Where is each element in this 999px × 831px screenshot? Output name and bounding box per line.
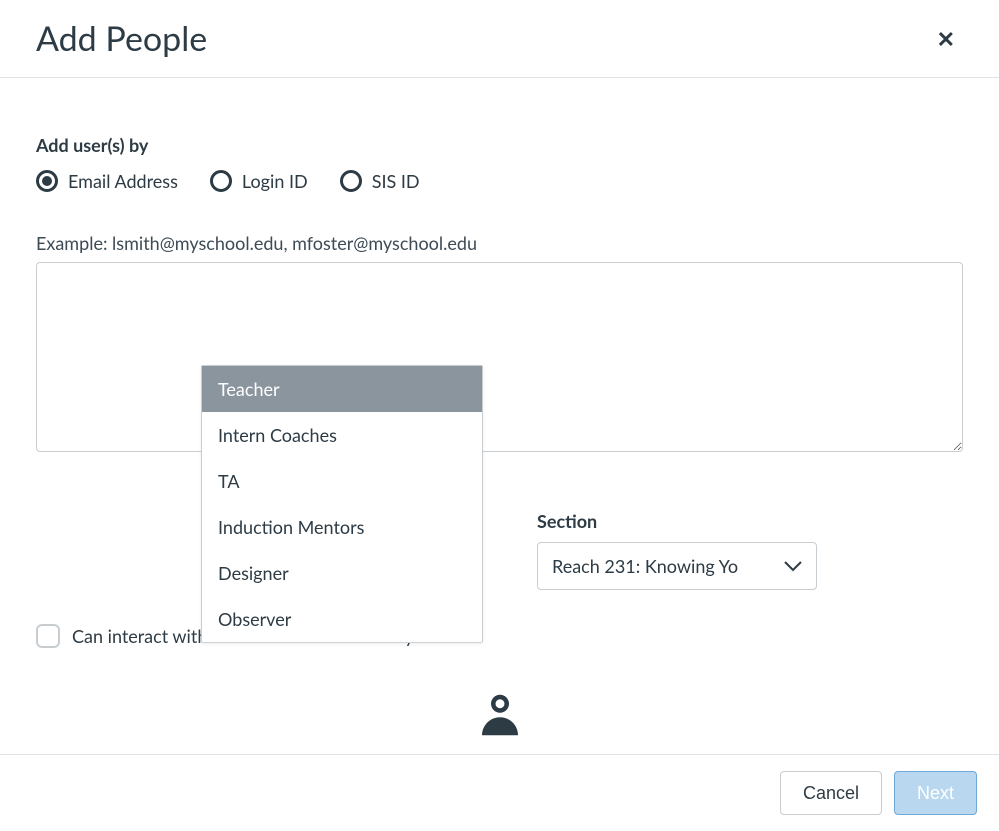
user-icon: [473, 727, 527, 746]
example-text: Example: lsmith@myschool.edu, mfoster@my…: [36, 232, 963, 254]
radio-knob-icon: [210, 170, 232, 192]
radio-sis-id[interactable]: SIS ID: [340, 170, 420, 192]
add-by-radio-group: Email Address Login ID SIS ID: [36, 170, 963, 192]
role-option-intern-coaches[interactable]: Intern Coaches: [202, 412, 482, 458]
radio-label: Login ID: [242, 170, 308, 192]
close-icon[interactable]: ✕: [929, 21, 963, 57]
role-option-designer[interactable]: Designer: [202, 550, 482, 596]
radio-label: SIS ID: [372, 170, 420, 192]
role-option-induction-mentors[interactable]: Induction Mentors: [202, 504, 482, 550]
radio-label: Email Address: [68, 170, 178, 192]
next-button[interactable]: Next: [894, 771, 977, 815]
add-by-label: Add user(s) by: [36, 134, 963, 156]
users-input[interactable]: [36, 262, 963, 452]
radio-email-address[interactable]: Email Address: [36, 170, 178, 192]
section-select-value: Reach 231: Knowing Yo: [552, 555, 738, 577]
radio-login-id[interactable]: Login ID: [210, 170, 308, 192]
role-option-ta[interactable]: TA: [202, 458, 482, 504]
role-dropdown-panel: Teacher Intern Coaches TA Induction Ment…: [201, 365, 483, 643]
chevron-down-icon: [784, 560, 802, 572]
radio-knob-icon: [36, 170, 58, 192]
section-select[interactable]: Reach 231: Knowing Yo: [537, 542, 817, 590]
modal-footer: Cancel Next: [0, 754, 999, 831]
cancel-button[interactable]: Cancel: [780, 771, 882, 815]
section-label: Section: [537, 510, 817, 532]
section-only-checkbox[interactable]: [36, 624, 60, 648]
radio-knob-icon: [340, 170, 362, 192]
role-option-teacher[interactable]: Teacher: [202, 366, 482, 412]
role-option-observer[interactable]: Observer: [202, 596, 482, 642]
modal-title: Add People: [36, 18, 207, 59]
